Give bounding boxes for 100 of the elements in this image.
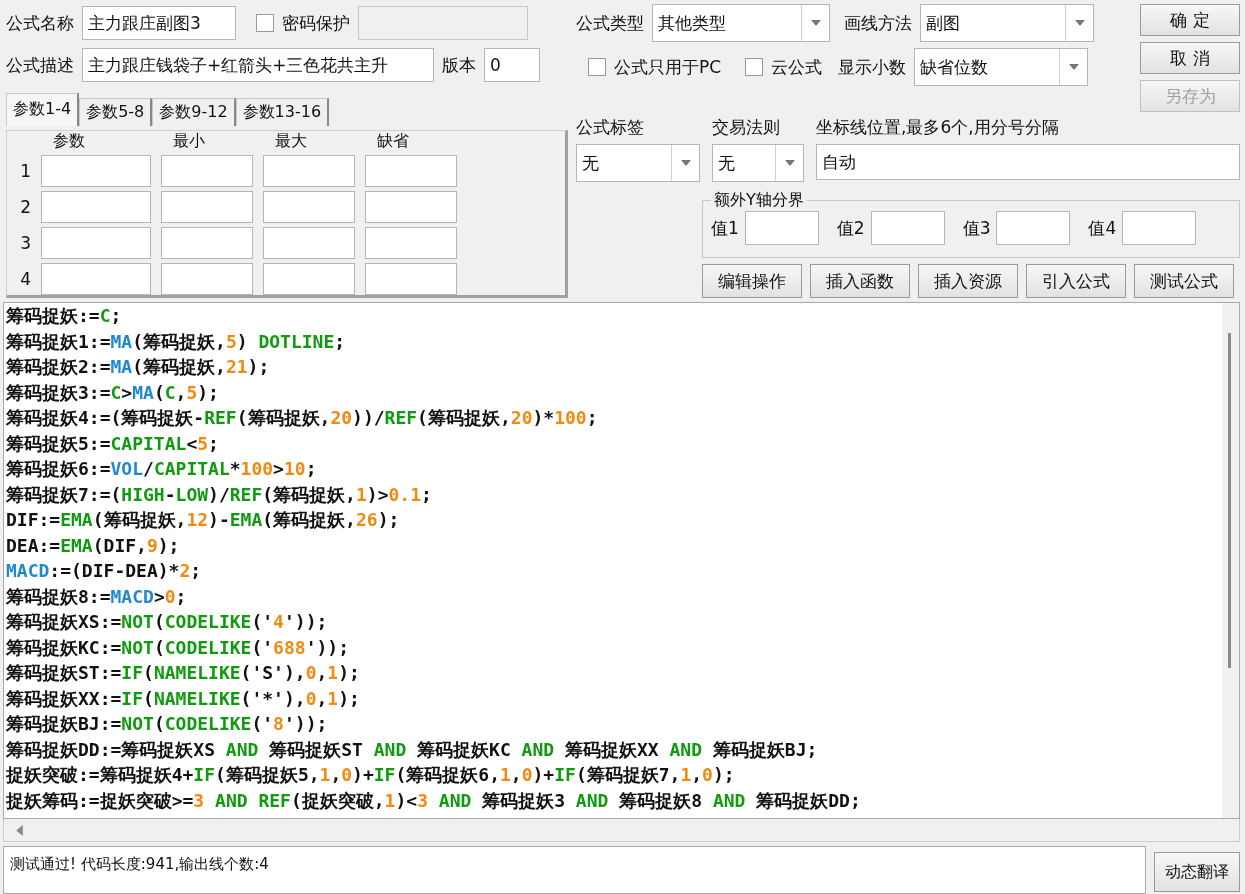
column-header: 参数 [52, 131, 86, 151]
checkbox-label: 公式只用于PC [614, 55, 722, 79]
group-title: 额外Y轴分界 [711, 190, 807, 210]
row-number: 1 [19, 161, 31, 181]
column-header: 最大 [274, 131, 308, 151]
draw-label: 画线方法 [844, 11, 912, 35]
dialog-button[interactable]: 取 消 [1140, 42, 1240, 74]
code-line: 捉妖突破:=筹码捉妖4+IF(筹码捉妖5,1,0)+IF(筹码捉妖6,1,0)+IF(筹码捉妖7,1,0); [6, 763, 736, 787]
version-label: 版本 [442, 53, 476, 77]
value-label: 值1 [711, 216, 739, 240]
tool-button[interactable]: 引入公式 [1026, 264, 1126, 298]
dialog-button[interactable]: 确 定 [1140, 4, 1240, 36]
input-field[interactable] [41, 155, 151, 187]
code-line: 筹码捉妖ST:=IF(NAMELIKE('S'),0,1); [6, 661, 361, 685]
translate-button[interactable]: 动态翻译 [1154, 852, 1240, 892]
code-line: DEA:=EMA(DIF,9); [6, 533, 181, 558]
caret-icon [680, 160, 691, 166]
column-header: 缺省 [376, 131, 410, 151]
input-field[interactable] [365, 263, 457, 295]
password-field[interactable] [358, 6, 528, 40]
code-line: 筹码捉妖6:=VOL/CAPITAL*100>10; [6, 457, 318, 481]
caret-icon [1068, 64, 1079, 70]
code-line: 筹码捉妖1:=MA(筹码捉妖,5) DOTLINE; [6, 329, 347, 354]
tab[interactable]: 参数1-4 [6, 93, 80, 126]
input-field[interactable] [263, 227, 355, 259]
tool-button[interactable]: 测试公式 [1134, 264, 1234, 298]
code-line: DIF:=EMA(筹码捉妖,12)-EMA(筹码捉妖,26); [6, 508, 401, 532]
name-label: 公式名称 [6, 11, 74, 35]
code-line: 筹码捉妖7:=(HIGH-LOW)/REF(筹码捉妖,1)>0.1; [6, 482, 433, 507]
code-line: 筹码捉妖XS:=NOT(CODELIKE('4')); [6, 610, 329, 634]
axis-label: 坐标线位置,最多6个,用分号分隔 [816, 116, 1060, 139]
input-field[interactable] [161, 191, 253, 223]
input-field[interactable] [1122, 211, 1197, 245]
tool-button[interactable]: 编辑操作 [702, 264, 802, 298]
left-arrow-icon[interactable] [16, 824, 23, 836]
checkbox[interactable] [256, 14, 274, 32]
name-field[interactable]: 主力跟庄副图3 [82, 6, 236, 40]
version-field[interactable]: 0 [484, 48, 540, 82]
checkbox[interactable] [588, 58, 606, 76]
dropdown[interactable]: 其他类型 [652, 4, 830, 42]
caret-icon [1074, 20, 1085, 26]
input-field[interactable] [996, 211, 1071, 245]
checkbox[interactable] [745, 58, 764, 76]
tab[interactable]: 参数13-16 [235, 98, 330, 126]
input-field[interactable] [263, 263, 355, 295]
type-label: 公式类型 [576, 11, 644, 35]
code-line: 筹码捉妖2:=MA(筹码捉妖,21); [6, 355, 271, 379]
input-field[interactable] [744, 211, 819, 245]
code-line: 筹码捉妖XX:=IF(NAMELIKE('*'),0,1); [6, 686, 361, 711]
code-line: 筹码捉妖4:=(筹码捉妖-REF(筹码捉妖,20))/REF(筹码捉妖,20)*100; [6, 406, 599, 430]
checkbox-label: 密码保护 [282, 11, 350, 35]
scrollbar[interactable] [1222, 303, 1239, 818]
dropdown[interactable]: 无 [576, 144, 700, 182]
code-line: 筹码捉妖5:=CAPITAL<5; [6, 431, 220, 456]
description-label: 公式描述 [6, 53, 74, 77]
code-line: 筹码捉妖8:=MACD>0; [6, 584, 188, 609]
code-line: 捉妖筹码:=捉妖突破>=3 AND REF(捉妖突破,1)<3 AND 筹码捉妖3 AND 筹码捉妖8 AND 筹码捉妖DD; [6, 788, 862, 813]
status-text: 测试通过! 代码长度:941,输出线个数:4 [10, 855, 269, 873]
checkbox-label: 云公式 [771, 55, 823, 79]
caret-icon [784, 160, 795, 166]
input-field[interactable] [365, 227, 457, 259]
tool-button[interactable]: 插入资源 [918, 264, 1018, 298]
value-label: 值3 [962, 216, 991, 240]
caret-icon [810, 20, 821, 26]
rule-label: 交易法则 [712, 116, 781, 139]
tool-button[interactable]: 插入函数 [810, 264, 910, 298]
input-field[interactable] [263, 155, 355, 187]
input-field[interactable] [161, 227, 253, 259]
input-field[interactable] [365, 155, 457, 187]
input-field[interactable] [41, 191, 151, 223]
column-header: 最小 [172, 131, 206, 151]
code-line: 筹码捉妖KC:=NOT(CODELIKE('688')); [6, 635, 350, 660]
code-editor[interactable] [3, 302, 1240, 819]
dropdown[interactable]: 缺省位数 [914, 48, 1089, 86]
input-field[interactable] [161, 155, 253, 187]
code-line: 筹码捉妖:=C; [6, 304, 123, 328]
tab[interactable]: 参数5-8 [79, 98, 153, 126]
row-number: 2 [19, 197, 31, 217]
dropdown[interactable]: 副图 [920, 4, 1094, 42]
input-field[interactable] [263, 191, 355, 223]
value-label: 值2 [836, 216, 865, 240]
decimals-label: 显示小数 [838, 55, 907, 79]
input-field[interactable] [870, 211, 945, 245]
value-label: 值4 [1088, 216, 1117, 240]
tag-label: 公式标签 [576, 116, 645, 139]
dropdown[interactable]: 无 [712, 144, 804, 182]
input-field[interactable] [365, 191, 457, 223]
code-line: 筹码捉妖BJ:=NOT(CODELIKE('8')); [6, 712, 329, 736]
input-field[interactable] [41, 263, 151, 295]
scrollbar[interactable] [3, 819, 1240, 842]
code-line: MACD:=(DIF-DEA)*2; [6, 559, 203, 583]
row-number: 4 [19, 269, 31, 289]
input-field[interactable] [41, 227, 151, 259]
input-field[interactable] [161, 263, 253, 295]
row-number: 3 [19, 233, 31, 253]
axis-field[interactable]: 自动 [816, 144, 1240, 180]
code-line: 筹码捉妖DD:=筹码捉妖XS AND 筹码捉妖ST AND 筹码捉妖KC AND 筹码捉妖XX AND 筹码捉妖BJ; [6, 737, 819, 762]
code-line: 筹码捉妖3:=C>MA(C,5); [6, 380, 220, 405]
tab[interactable]: 参数9-12 [152, 98, 236, 126]
description-field[interactable]: 主力跟庄钱袋子+红箭头+三色花共主升 [82, 48, 434, 82]
